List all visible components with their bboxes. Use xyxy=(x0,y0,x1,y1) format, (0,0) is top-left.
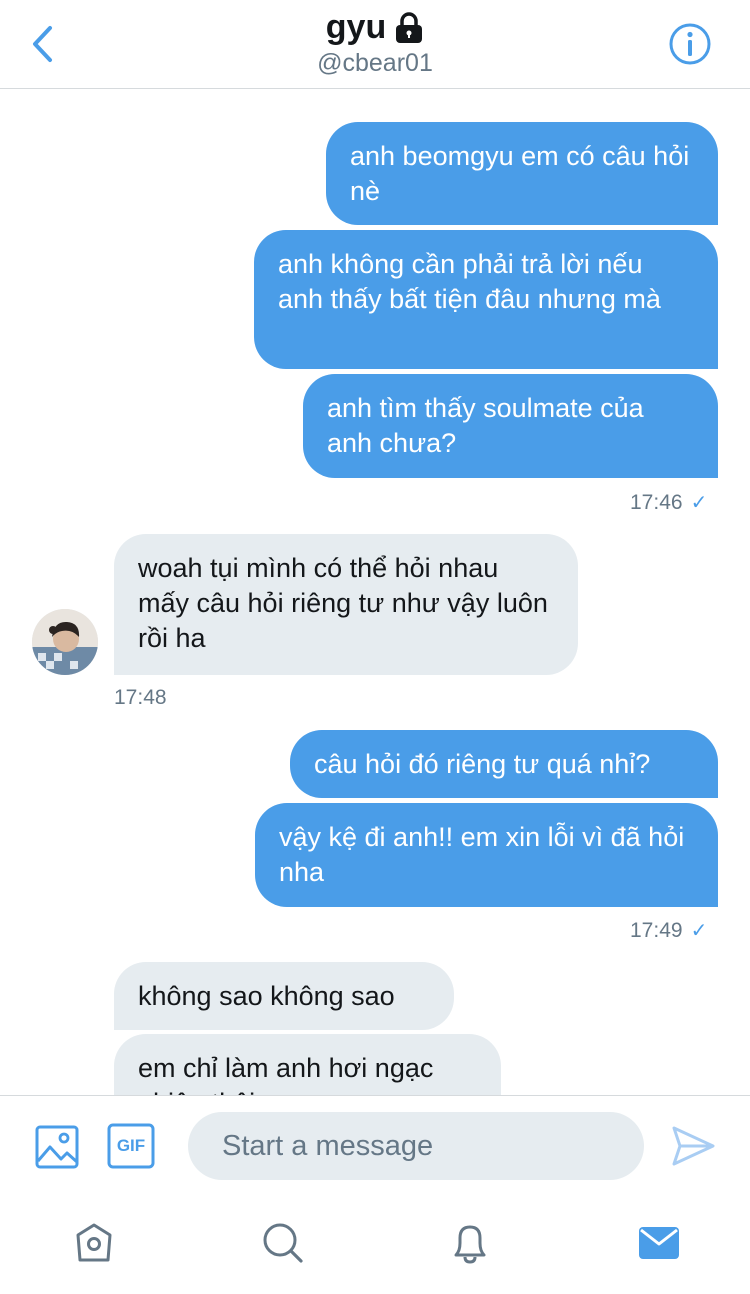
tab-notifications[interactable] xyxy=(446,1219,494,1267)
message-timestamp: 17:48 xyxy=(114,686,167,709)
tab-search[interactable] xyxy=(258,1219,306,1267)
avatar[interactable] xyxy=(32,609,98,675)
conversation-title-block[interactable]: gyu @cbear01 xyxy=(0,8,750,78)
message-bubble-incoming[interactable]: em chỉ làm anh hơi ngạc nhiên thôi xyxy=(114,1034,501,1095)
home-icon xyxy=(76,1223,112,1262)
tab-messages[interactable] xyxy=(634,1219,684,1267)
conversation-header: gyu @cbear01 xyxy=(0,0,750,89)
messages-icon xyxy=(639,1227,679,1259)
message-bubble-incoming[interactable]: woah tụi mình có thể hỏi nhau mấy câu hỏ… xyxy=(114,534,578,675)
message-timestamp: 17:49 ✓ xyxy=(630,918,707,943)
message-bubble-incoming[interactable]: không sao không sao xyxy=(114,962,454,1030)
image-button[interactable] xyxy=(33,1123,81,1171)
message-bubble-outgoing[interactable]: câu hỏi đó riêng tư quá nhỉ? xyxy=(290,730,718,798)
avatar-image xyxy=(32,609,98,675)
search-icon xyxy=(263,1223,303,1263)
message-bubble-outgoing[interactable]: anh không cần phải trả lời nếu anh thấy … xyxy=(254,230,718,369)
info-icon xyxy=(669,23,711,65)
notifications-icon xyxy=(454,1225,486,1264)
conversation-handle: @cbear01 xyxy=(317,49,433,77)
read-receipt-icon: ✓ xyxy=(690,492,708,514)
send-button[interactable] xyxy=(668,1123,718,1169)
message-list[interactable]: anh beomgyu em có câu hỏi nè anh không c… xyxy=(0,89,750,1095)
conversation-title: gyu xyxy=(325,8,387,46)
lock-icon xyxy=(396,11,423,43)
message-timestamp: 17:46 ✓ xyxy=(630,490,707,515)
send-icon xyxy=(672,1126,715,1166)
image-icon xyxy=(35,1125,79,1169)
read-receipt-icon: ✓ xyxy=(690,920,708,942)
timestamp-text: 17:49 xyxy=(630,919,683,942)
gif-label: GIF xyxy=(116,1136,146,1155)
info-button[interactable] xyxy=(668,22,712,66)
message-bubble-outgoing[interactable]: vậy kệ đi anh!! em xin lỗi vì đã hỏi nha xyxy=(255,803,718,907)
tab-home[interactable] xyxy=(70,1219,118,1267)
message-bubble-outgoing[interactable]: anh tìm thấy soulmate của anh chưa? xyxy=(303,374,718,478)
message-input[interactable] xyxy=(188,1112,644,1180)
bottom-tab-bar xyxy=(0,1201,750,1294)
timestamp-text: 17:46 xyxy=(630,491,683,514)
message-bubble-outgoing[interactable]: anh beomgyu em có câu hỏi nè xyxy=(326,122,718,225)
gif-button[interactable]: GIF xyxy=(107,1123,155,1169)
message-composer: GIF xyxy=(0,1095,750,1202)
